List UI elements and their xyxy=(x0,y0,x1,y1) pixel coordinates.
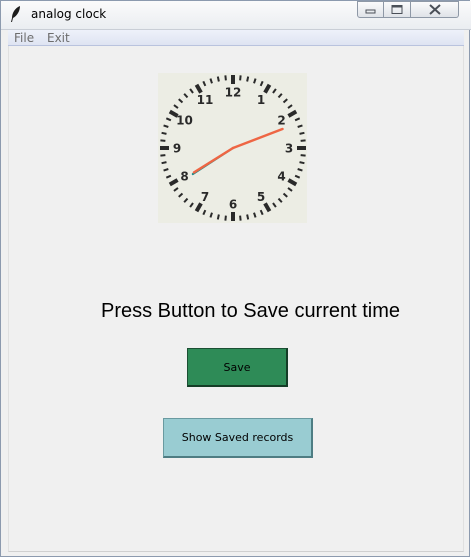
clock-numeral: 4 xyxy=(277,170,285,184)
minimize-button[interactable] xyxy=(357,1,384,18)
minor-tick xyxy=(299,131,305,135)
minor-tick xyxy=(300,139,306,142)
clock-numeral: 6 xyxy=(229,198,237,212)
show-saved-records-label: Show Saved records xyxy=(181,431,294,444)
minor-tick xyxy=(299,161,305,165)
close-icon xyxy=(429,4,441,15)
minor-tick xyxy=(224,215,227,221)
clock-numeral: 12 xyxy=(225,86,242,100)
window-title: analog clock xyxy=(31,7,107,21)
app-window: analog clock File Exit 12 1 2 3 4 5 6 7 8 9 10 11 xyxy=(0,0,471,557)
maximize-button[interactable] xyxy=(384,1,411,18)
minor-tick xyxy=(246,76,250,82)
minor-tick xyxy=(160,139,166,142)
clock-numeral: 5 xyxy=(257,190,265,204)
show-saved-records-button[interactable]: Show Saved records xyxy=(163,418,313,458)
minimize-icon xyxy=(365,9,376,14)
clock-numeral: 1 xyxy=(257,93,265,107)
save-prompt: Press Button to Save current time xyxy=(101,300,401,322)
menu-exit[interactable]: Exit xyxy=(47,31,70,45)
clock-numeral: 10 xyxy=(176,114,193,128)
feather-icon xyxy=(11,6,20,22)
save-button[interactable]: Save xyxy=(187,348,288,387)
minor-tick xyxy=(239,215,242,221)
close-button[interactable] xyxy=(411,1,459,18)
clock-numeral: 11 xyxy=(197,93,214,107)
menu-bar: File Exit xyxy=(8,30,464,46)
minor-tick xyxy=(160,154,166,157)
clock-numeral: 8 xyxy=(180,170,188,184)
clock-numeral: 7 xyxy=(201,190,209,204)
minor-tick xyxy=(161,161,167,165)
menu-file[interactable]: File xyxy=(14,31,34,45)
clock-numeral: 3 xyxy=(285,142,293,156)
minor-tick xyxy=(300,154,306,157)
minor-tick xyxy=(216,214,220,220)
minor-tick xyxy=(246,214,250,220)
title-bar[interactable]: analog clock xyxy=(1,1,471,30)
analog-clock: 121234567891011 xyxy=(158,73,307,223)
minor-tick xyxy=(224,75,227,81)
clock-numeral: 2 xyxy=(277,114,285,128)
minor-tick xyxy=(239,75,242,81)
clock-numeral: 9 xyxy=(173,142,181,156)
maximize-icon xyxy=(391,5,403,14)
minor-tick xyxy=(161,131,167,135)
minor-tick xyxy=(216,76,220,82)
save-button-label: Save xyxy=(223,360,251,374)
